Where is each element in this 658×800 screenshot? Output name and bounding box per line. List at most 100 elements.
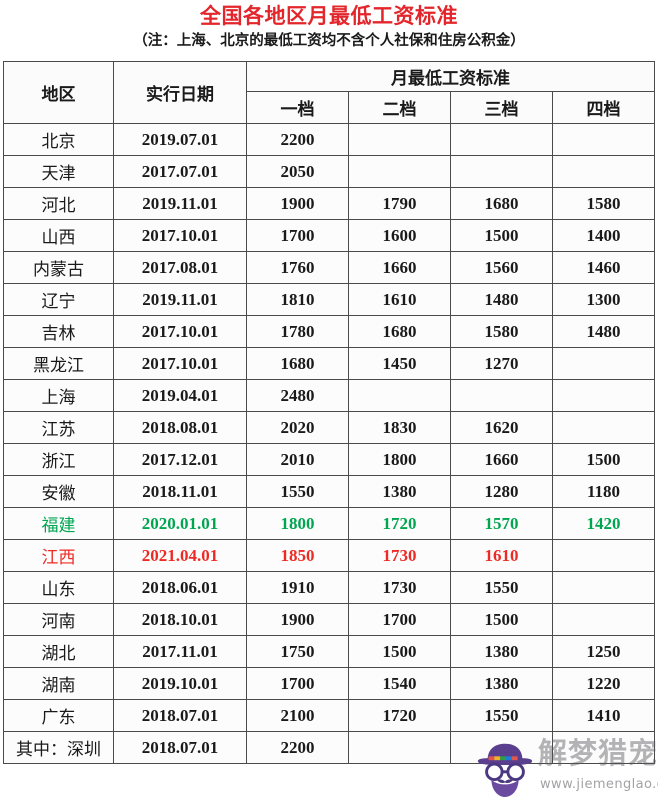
cell-tier2: 1720: [348, 699, 451, 732]
watermark-url: www.jiemenglao.com: [540, 777, 658, 792]
cell-tier1: 1900: [246, 187, 349, 220]
cell-tier4: 1400: [552, 219, 655, 252]
cell-region: 山东: [3, 571, 114, 604]
cell-tier1: 1850: [246, 539, 349, 572]
cell-date: 2019.04.01: [113, 379, 247, 412]
cell-tier1: 1910: [246, 571, 349, 604]
cell-date: 2018.10.01: [113, 603, 247, 636]
cell-tier1: 1700: [246, 667, 349, 700]
table-row: 天津 2017.07.01 2050: [3, 155, 655, 188]
column-header-tier4: 四档: [552, 91, 655, 124]
cell-tier1: 2480: [246, 379, 349, 412]
table-row: 河北 2019.11.01 1900 1790 1680 1580: [3, 187, 655, 220]
cell-tier2: 1790: [348, 187, 451, 220]
cell-region: 辽宁: [3, 283, 114, 316]
cell-region: 安徽: [3, 475, 114, 508]
cell-date: 2017.10.01: [113, 347, 247, 380]
cell-tier3: 1380: [450, 635, 553, 668]
cell-date: 2019.11.01: [113, 187, 247, 220]
page-subtitle: （注：上海、北京的最低工资均不含个人社保和住房公积金）: [133, 33, 525, 49]
table-row: 上海 2019.04.01 2480: [3, 379, 655, 412]
cell-tier1: 2200: [246, 731, 349, 764]
cell-tier1: 1750: [246, 635, 349, 668]
cell-tier3: [450, 731, 553, 764]
cell-tier2: [348, 155, 451, 188]
cell-date: 2017.08.01: [113, 251, 247, 284]
table-row: 河南 2018.10.01 1900 1700 1500: [3, 603, 655, 636]
cell-region: 江苏: [3, 411, 114, 444]
cell-date: 2017.11.01: [113, 635, 247, 668]
cell-date: 2018.07.01: [113, 731, 247, 764]
cell-tier4: 1480: [552, 315, 655, 348]
spreadsheet-page: 全国各地区月最低工资标准 （注：上海、北京的最低工资均不含个人社保和住房公积金）…: [0, 0, 658, 800]
cell-tier2: 1540: [348, 667, 451, 700]
cell-tier2: 1800: [348, 443, 451, 476]
cell-region: 其中：深圳: [3, 731, 114, 764]
cell-tier3: 1280: [450, 475, 553, 508]
cell-tier4: 1300: [552, 283, 655, 316]
cell-tier3: 1610: [450, 539, 553, 572]
cell-date: 2018.06.01: [113, 571, 247, 604]
cell-date: 2017.07.01: [113, 155, 247, 188]
cell-tier1: 2100: [246, 699, 349, 732]
cell-region: 河北: [3, 187, 114, 220]
cell-tier3: 1560: [450, 251, 553, 284]
cell-region: 广东: [3, 699, 114, 732]
cell-tier3: 1660: [450, 443, 553, 476]
cell-tier4: 1460: [552, 251, 655, 284]
cell-tier2: 1500: [348, 635, 451, 668]
table-row: 山西 2017.10.01 1700 1600 1500 1400: [3, 219, 655, 252]
column-header-tier2: 二档: [348, 91, 451, 124]
cell-tier3: [450, 379, 553, 412]
cell-tier1: 2200: [246, 123, 349, 156]
cell-tier2: 1610: [348, 283, 451, 316]
cell-tier3: 1570: [450, 507, 553, 540]
cell-tier2: [348, 379, 451, 412]
table-row: 北京 2019.07.01 2200: [3, 123, 655, 156]
cell-region: 河南: [3, 603, 114, 636]
table-row: 湖南 2019.10.01 1700 1540 1380 1220: [3, 667, 655, 700]
column-header-tier1: 一档: [246, 91, 349, 124]
cell-tier1: 1900: [246, 603, 349, 636]
table-row: 辽宁 2019.11.01 1810 1610 1480 1300: [3, 283, 655, 316]
cell-tier3: 1620: [450, 411, 553, 444]
cell-tier1: 1760: [246, 251, 349, 284]
cell-tier4: 1220: [552, 667, 655, 700]
cell-region: 湖南: [3, 667, 114, 700]
cell-tier4: [552, 731, 655, 764]
cell-tier4: [552, 603, 655, 636]
cell-tier1: 1780: [246, 315, 349, 348]
column-header-group-wage-standard: 月最低工资标准: [246, 61, 655, 92]
cell-tier4: [552, 539, 655, 572]
cell-tier1: 1810: [246, 283, 349, 316]
table-row: 山东 2018.06.01 1910 1730 1550: [3, 571, 655, 604]
cell-tier2: 1730: [348, 571, 451, 604]
cell-region: 福建: [3, 507, 114, 540]
cell-region: 黑龙江: [3, 347, 114, 380]
cell-date: 2017.10.01: [113, 219, 247, 252]
cell-tier1: 1800: [246, 507, 349, 540]
cell-tier3: 1580: [450, 315, 553, 348]
table-row: 黑龙江 2017.10.01 1680 1450 1270: [3, 347, 655, 380]
cell-tier2: 1450: [348, 347, 451, 380]
cell-tier4: [552, 123, 655, 156]
cell-tier3: [450, 123, 553, 156]
cell-tier2: [348, 123, 451, 156]
cell-tier2: 1730: [348, 539, 451, 572]
table-row: 广东 2018.07.01 2100 1720 1550 1410: [3, 699, 655, 732]
cell-tier4: [552, 379, 655, 412]
table-header: 地区 实行日期 月最低工资标准 一档 二档 三档 四档: [3, 61, 655, 124]
cell-tier3: 1500: [450, 603, 553, 636]
cell-region: 吉林: [3, 315, 114, 348]
cell-tier4: [552, 155, 655, 188]
cell-date: 2018.11.01: [113, 475, 247, 508]
table-row: 江西 2021.04.01 1850 1730 1610: [3, 539, 655, 572]
cell-tier1: 2020: [246, 411, 349, 444]
table-row: 福建 2020.01.01 1800 1720 1570 1420: [3, 507, 655, 540]
table-body: 北京 2019.07.01 2200 天津 2017.07.01 2050 河北 2019.1…: [3, 123, 655, 764]
wage-table: 地区 实行日期 月最低工资标准 一档 二档 三档 四档 北京 2019.07.01…: [3, 61, 655, 764]
cell-tier2: [348, 731, 451, 764]
cell-tier3: [450, 155, 553, 188]
table-row: 湖北 2017.11.01 1750 1500 1380 1250: [3, 635, 655, 668]
cell-date: 2017.12.01: [113, 443, 247, 476]
